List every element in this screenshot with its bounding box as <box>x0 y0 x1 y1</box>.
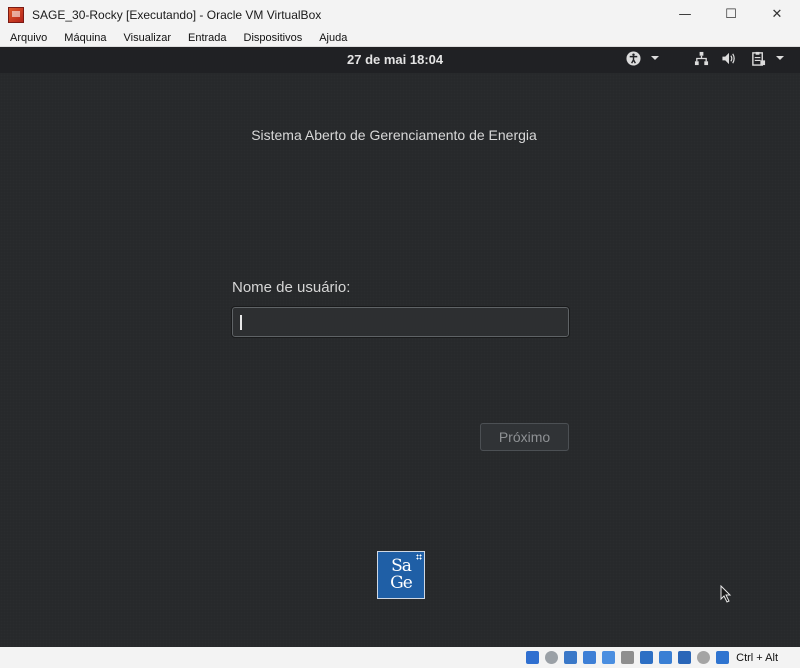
sage-logo: Sa Ge <box>377 551 425 599</box>
usb-icon[interactable] <box>602 651 616 664</box>
virtualization-icon[interactable] <box>678 651 692 664</box>
host-key-label: Ctrl + Alt <box>736 651 778 664</box>
chevron-down-icon[interactable] <box>650 53 660 63</box>
menu-visualizar[interactable]: Visualizar <box>114 32 179 44</box>
system-menu-chevron-icon[interactable] <box>775 53 785 63</box>
display-icon[interactable] <box>640 651 654 664</box>
volume-icon[interactable] <box>721 51 737 66</box>
window-title: SAGE_30-Rocky [Executando] - Oracle VM V… <box>32 7 322 22</box>
maximize-button[interactable]: ☐ <box>708 0 754 29</box>
menu-arquivo[interactable]: Arquivo <box>0 32 54 44</box>
close-button[interactable]: ✕ <box>754 0 800 29</box>
logo-dots <box>416 554 422 560</box>
username-input[interactable] <box>231 306 570 338</box>
shared-folders-icon[interactable] <box>621 651 635 664</box>
clock[interactable]: 27 de mai 18:04 <box>347 52 443 67</box>
next-button[interactable]: Próximo <box>480 423 569 451</box>
network-icon[interactable] <box>694 51 709 66</box>
logo-line-2: Ge <box>390 573 413 593</box>
recording-icon[interactable] <box>659 651 673 664</box>
keyboard-capture-icon[interactable] <box>716 651 730 664</box>
menu-entrada[interactable]: Entrada <box>178 32 234 44</box>
vm-status-bar: Ctrl + Alt <box>0 647 800 668</box>
window-controls: — ☐ ✕ <box>662 0 800 29</box>
audio-icon[interactable] <box>564 651 578 664</box>
clipboard-icon[interactable] <box>751 51 766 66</box>
mouse-integration-icon[interactable] <box>697 651 711 664</box>
gnome-top-bar: 27 de mai 18:04 <box>0 47 800 73</box>
menu-ajuda[interactable]: Ajuda <box>309 32 354 44</box>
hard-disk-icon[interactable] <box>526 651 540 664</box>
virtualbox-app-icon <box>8 6 24 23</box>
network-adapter-icon[interactable] <box>583 651 597 664</box>
menu-dispositivos[interactable]: Dispositivos <box>234 32 310 44</box>
optical-drive-icon[interactable] <box>545 651 559 664</box>
accessibility-icon[interactable] <box>626 51 641 66</box>
guest-screen[interactable]: 27 de mai 18:04 Sistema Aberto de Gerenc… <box>0 47 800 647</box>
system-tagline: Sistema Aberto de Gerenciamento de Energ… <box>251 127 537 143</box>
menu-maquina[interactable]: Máquina <box>54 32 113 44</box>
username-label: Nome de usuário: <box>232 279 351 296</box>
menu-bar: Arquivo Máquina Visualizar Entrada Dispo… <box>0 29 800 47</box>
minimize-button[interactable]: — <box>662 0 708 29</box>
window-titlebar: SAGE_30-Rocky [Executando] - Oracle VM V… <box>0 0 800 29</box>
mouse-pointer-icon <box>720 584 732 607</box>
text-caret <box>240 315 242 330</box>
